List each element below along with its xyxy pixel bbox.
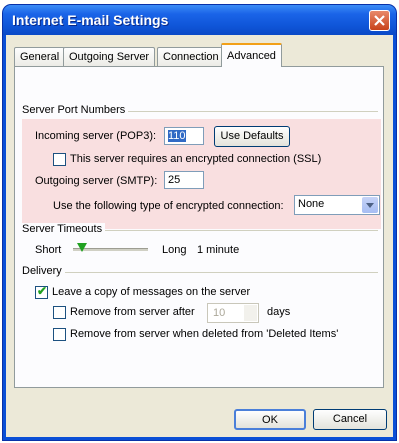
checkmark-icon: ✔ xyxy=(37,284,48,298)
incoming-port-value: 110 xyxy=(168,130,186,142)
cancel-button[interactable]: Cancel xyxy=(313,409,387,430)
days-spinner[interactable]: 10 xyxy=(207,303,259,323)
timeouts-heading: Server Timeouts xyxy=(22,223,106,235)
delivery-divider xyxy=(22,272,378,273)
ssl-checkbox[interactable] xyxy=(53,153,66,166)
dialog-window: Internet E-mail Settings General Outgoin… xyxy=(3,5,396,440)
timeout-value: 1 minute xyxy=(197,244,240,256)
tab-general[interactable]: General xyxy=(14,47,66,66)
tab-connection[interactable]: Connection xyxy=(157,47,225,66)
ok-button[interactable]: OK xyxy=(234,409,306,430)
encryption-select[interactable]: None xyxy=(294,195,380,215)
ports-heading: Server Port Numbers xyxy=(22,104,129,116)
remove-deleted-checkbox[interactable] xyxy=(53,328,66,341)
remove-after-checkbox[interactable] xyxy=(53,306,66,319)
use-defaults-button[interactable]: Use Defaults xyxy=(214,126,290,147)
delivery-heading: Delivery xyxy=(22,265,65,277)
dialog-body: General Outgoing Server Connection Advan… xyxy=(6,35,393,437)
remove-after-label: Remove from server after xyxy=(70,306,195,318)
leave-copy-checkbox[interactable]: ✔ xyxy=(35,284,48,299)
leave-copy-label: Leave a copy of messages on the server xyxy=(52,286,251,298)
dialog-title: Internet E-mail Settings xyxy=(12,12,169,28)
timeout-long-label: Long xyxy=(162,244,187,256)
advanced-panel: Server Port Numbers Incoming server (POP… xyxy=(14,66,384,388)
tab-outgoing-server[interactable]: Outgoing Server xyxy=(63,47,156,66)
incoming-label: Incoming server (POP3): xyxy=(35,130,157,142)
days-value: 10 xyxy=(213,307,226,319)
chevron-down-icon[interactable] xyxy=(362,197,378,213)
ssl-label: This server requires an encrypted connec… xyxy=(70,153,322,165)
incoming-port-input[interactable]: 110 xyxy=(164,127,204,145)
spin-down-icon[interactable] xyxy=(244,313,257,321)
outgoing-port-input[interactable]: 25 xyxy=(164,171,204,189)
days-label: days xyxy=(267,306,291,318)
encryption-value: None xyxy=(298,198,325,210)
tab-advanced[interactable]: Advanced xyxy=(221,43,282,67)
encryption-label: Use the following type of encrypted conn… xyxy=(53,200,284,212)
outgoing-port-value: 25 xyxy=(168,174,181,186)
close-button[interactable] xyxy=(369,10,390,31)
title-bar[interactable]: Internet E-mail Settings xyxy=(3,5,396,35)
timeout-short-label: Short xyxy=(35,244,62,256)
outgoing-label: Outgoing server (SMTP): xyxy=(35,175,158,187)
remove-deleted-label: Remove from server when deleted from 'De… xyxy=(70,328,339,340)
timeout-slider-thumb[interactable] xyxy=(76,243,87,252)
close-icon xyxy=(374,15,385,26)
spin-up-icon[interactable] xyxy=(244,305,257,313)
